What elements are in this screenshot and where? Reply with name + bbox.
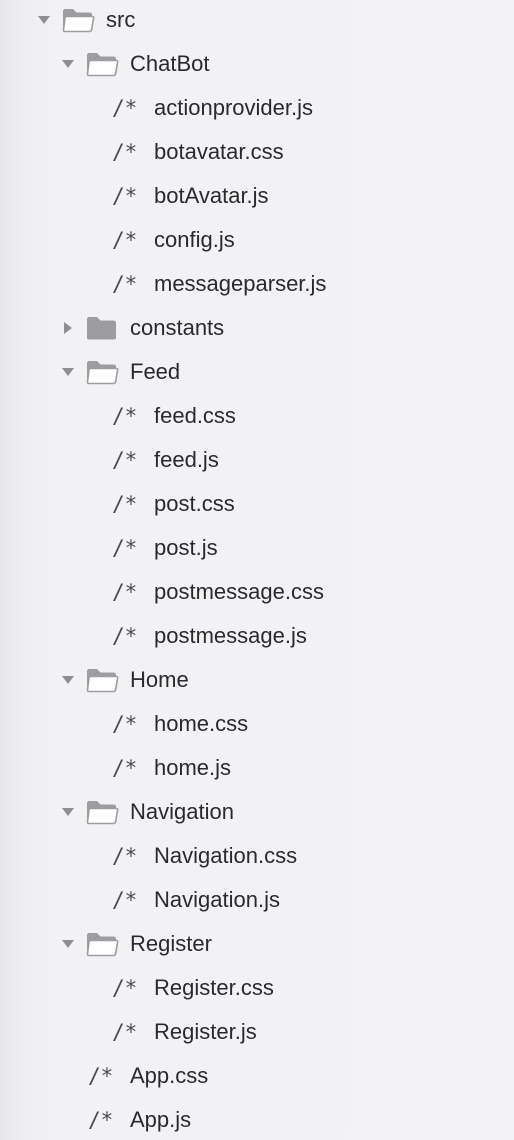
folder-label: Navigation — [130, 799, 234, 824]
tree-file-row[interactable]: /* botavatar.css — [0, 132, 514, 172]
tree-folder-row[interactable]: constants — [0, 308, 514, 348]
folder-open-icon — [85, 667, 119, 693]
css-file-icon: /* — [112, 976, 138, 1000]
js-file-icon: /* — [112, 184, 138, 208]
folder-label: constants — [130, 315, 225, 340]
js-file-icon: /* — [112, 1020, 138, 1044]
folder-label: Feed — [130, 359, 181, 384]
js-file-icon: /* — [112, 228, 138, 252]
tree-file-row[interactable]: /* App.css — [0, 1056, 514, 1096]
tree-file-row[interactable]: /* Register.css — [0, 968, 514, 1008]
folder-open-icon — [85, 799, 119, 825]
js-file-icon: /* — [88, 1108, 114, 1132]
tree-folder-row[interactable]: src — [0, 0, 514, 40]
file-label: post.css — [154, 491, 235, 516]
file-tree: src ChatBot /* actionprovider.js /* botavatar… — [0, 0, 514, 1134]
chevron-down-icon[interactable] — [61, 937, 75, 951]
file-label: Register.js — [154, 1019, 257, 1044]
tree-file-row[interactable]: /* post.css — [0, 484, 514, 524]
file-label: postmessage.js — [154, 623, 307, 648]
folder-closed-icon — [85, 315, 119, 341]
tree-file-row[interactable]: /* home.css — [0, 704, 514, 744]
file-label: feed.js — [154, 447, 219, 472]
tree-file-row[interactable]: /* Navigation.js — [0, 880, 514, 920]
file-label: App.js — [130, 1107, 192, 1132]
folder-label: src — [106, 7, 136, 32]
js-file-icon: /* — [112, 624, 138, 648]
tree-file-row[interactable]: /* home.js — [0, 748, 514, 788]
tree-folder-row[interactable]: Home — [0, 660, 514, 700]
css-file-icon: /* — [112, 580, 138, 604]
file-label: actionprovider.js — [154, 95, 313, 120]
js-file-icon: /* — [112, 272, 138, 296]
chevron-down-icon[interactable] — [61, 673, 75, 687]
tree-file-row[interactable]: /* Register.js — [0, 1012, 514, 1052]
tree-folder-row[interactable]: ChatBot — [0, 44, 514, 84]
chevron-right-icon[interactable] — [61, 321, 75, 335]
tree-file-row[interactable]: /* postmessage.css — [0, 572, 514, 612]
chevron-down-icon[interactable] — [61, 57, 75, 71]
tree-file-row[interactable]: /* feed.css — [0, 396, 514, 436]
folder-open-icon — [61, 7, 95, 33]
tree-folder-row[interactable]: Register — [0, 924, 514, 964]
css-file-icon: /* — [112, 404, 138, 428]
folder-open-icon — [85, 359, 119, 385]
tree-file-row[interactable]: /* messageparser.js — [0, 264, 514, 304]
file-label: Register.css — [154, 975, 274, 1000]
file-label: App.css — [130, 1063, 209, 1088]
file-label: Navigation.js — [154, 887, 280, 912]
js-file-icon: /* — [112, 536, 138, 560]
file-label: botAvatar.js — [154, 183, 269, 208]
js-file-icon: /* — [112, 888, 138, 912]
css-file-icon: /* — [112, 140, 138, 164]
tree-folder-row[interactable]: Navigation — [0, 792, 514, 832]
css-file-icon: /* — [112, 844, 138, 868]
tree-file-row[interactable]: /* post.js — [0, 528, 514, 568]
file-label: postmessage.css — [154, 579, 324, 604]
folder-label: Home — [130, 667, 189, 692]
file-label: Navigation.css — [154, 843, 298, 868]
css-file-icon: /* — [88, 1064, 114, 1088]
file-label: botavatar.css — [154, 139, 284, 164]
css-file-icon: /* — [112, 712, 138, 736]
tree-file-row[interactable]: /* App.js — [0, 1100, 514, 1140]
file-label: feed.css — [154, 403, 236, 428]
css-file-icon: /* — [112, 492, 138, 516]
tree-folder-row[interactable]: Feed — [0, 352, 514, 392]
chevron-down-icon[interactable] — [61, 365, 75, 379]
tree-file-row[interactable]: /* postmessage.js — [0, 616, 514, 656]
tree-file-row[interactable]: /* feed.js — [0, 440, 514, 480]
file-label: home.css — [154, 711, 249, 736]
chevron-down-icon[interactable] — [61, 805, 75, 819]
tree-file-row[interactable]: /* Navigation.css — [0, 836, 514, 876]
tree-file-row[interactable]: /* botAvatar.js — [0, 176, 514, 216]
file-label: home.js — [154, 755, 232, 780]
file-label: messageparser.js — [154, 271, 327, 296]
chevron-down-icon[interactable] — [37, 13, 51, 27]
folder-label: ChatBot — [130, 51, 210, 76]
folder-open-icon — [85, 51, 119, 77]
js-file-icon: /* — [112, 96, 138, 120]
folder-open-icon — [85, 931, 119, 957]
file-label: post.js — [154, 535, 218, 560]
tree-file-row[interactable]: /* actionprovider.js — [0, 88, 514, 128]
folder-label: Register — [130, 931, 212, 956]
js-file-icon: /* — [112, 756, 138, 780]
file-label: config.js — [154, 227, 235, 252]
tree-file-row[interactable]: /* config.js — [0, 220, 514, 260]
js-file-icon: /* — [112, 448, 138, 472]
